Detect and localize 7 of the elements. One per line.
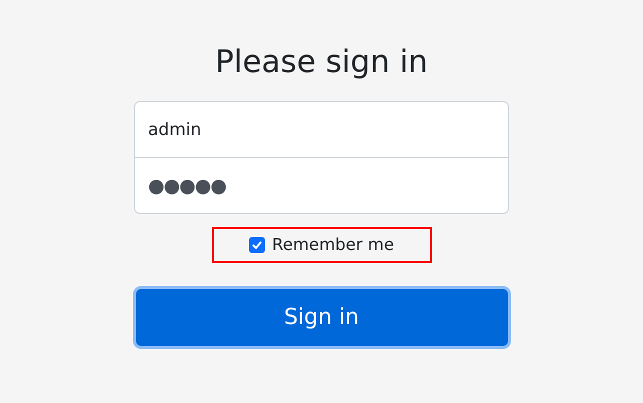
remember-label: Remember me: [272, 234, 394, 256]
sign-in-button[interactable]: Sign in: [132, 286, 510, 349]
checkmark-icon: [250, 239, 263, 251]
username-field[interactable]: admin: [134, 101, 509, 158]
remember-checkbox[interactable]: [248, 237, 265, 253]
page-title: Please sign in: [215, 43, 428, 82]
password-field[interactable]: ●●●●●: [134, 157, 509, 214]
